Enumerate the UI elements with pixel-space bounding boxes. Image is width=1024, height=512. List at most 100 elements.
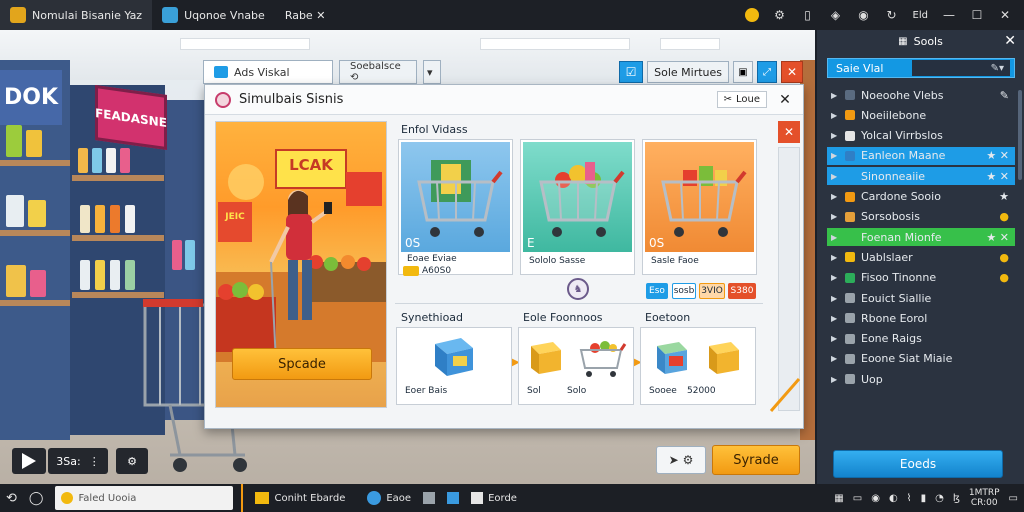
battery-icon[interactable]: ▮ (921, 493, 927, 504)
expand-icon[interactable]: ⤢ (757, 61, 777, 83)
window-tab-2[interactable]: Uqonoe Vnabe (152, 0, 275, 30)
panel-item-action-icon[interactable]: ★ ✕ (986, 231, 1015, 244)
shield-icon[interactable]: ◈ (829, 8, 843, 22)
chevron-right-icon[interactable]: ▶ (831, 375, 839, 384)
panel-item[interactable]: ▶ Eouict Siallie (827, 289, 1015, 307)
time-display[interactable]: 3Sa: ⋮ (48, 448, 108, 474)
info-button[interactable]: ☑ (619, 61, 644, 83)
panel-item[interactable]: ▶ Sorsobosis ● (827, 208, 1015, 226)
taskbar-app-3[interactable] (417, 484, 441, 512)
wifi-icon[interactable]: ɮ (953, 493, 960, 504)
panel-item-action-icon[interactable]: ★ ✕ (986, 149, 1015, 162)
upgrade-button[interactable]: Spcade (232, 348, 372, 380)
panel-item-action-icon[interactable]: ● (999, 271, 1015, 284)
clock[interactable]: 1MTRP CR:00 (969, 488, 1000, 508)
panel-item[interactable]: ▶ Noeoohe Vlebs ✎ (827, 86, 1015, 104)
chevron-right-icon[interactable]: ▶ (831, 91, 839, 100)
item-card-2[interactable]: Sol Solo (518, 327, 634, 405)
chevron-right-icon[interactable]: ▶ (831, 334, 839, 343)
panel-item-action-icon[interactable]: ★ (999, 190, 1015, 203)
panel-item[interactable]: ▶ Eanleon Maane ★ ✕ (827, 146, 1015, 165)
panel-item[interactable]: ▶ Foenan Mionfe ★ ✕ (827, 228, 1015, 247)
tab-collapse[interactable]: ▾ (423, 60, 441, 84)
network-icon[interactable]: ◉ (871, 493, 880, 504)
dialog-outer-close-icon[interactable]: ✕ (781, 61, 803, 83)
window-restore-icon[interactable]: ▣ (733, 61, 753, 83)
panel-item[interactable]: ▶ Cardone Sooio ★ (827, 188, 1015, 206)
chip-4[interactable]: S380 (728, 283, 756, 299)
chevron-right-icon[interactable]: ▶ (831, 354, 839, 363)
notification-icon[interactable]: ▭ (1009, 493, 1018, 504)
chip-2[interactable]: sosb (672, 283, 696, 299)
trade-button[interactable]: Syrade (712, 445, 800, 475)
panel-item[interactable]: ▶ Sinonneaiie ★ ✕ (827, 167, 1015, 186)
chip-3[interactable]: 3VIO (699, 283, 725, 299)
cart-card-2[interactable]: E Sololo Sasse (520, 139, 635, 275)
keyboard-icon[interactable]: ◔ (935, 493, 944, 504)
taskbar-app-1[interactable]: Coniht Ebarde (249, 484, 351, 512)
tools-button[interactable]: ➤ ⚙ (656, 446, 706, 474)
scroll-track[interactable] (778, 147, 800, 411)
pen-icon[interactable]: ⌇ (907, 493, 912, 504)
panel-goods-button[interactable]: Eoeds (833, 450, 1003, 478)
phone-icon[interactable]: ▯ (801, 8, 815, 22)
dialog-close-button[interactable]: ✂ Loue (716, 91, 767, 108)
panel-item[interactable]: ▶ Eone Raigs (827, 330, 1015, 348)
window-icon[interactable]: ▭ (853, 493, 862, 504)
panel-item-action-icon[interactable]: ● (999, 251, 1015, 264)
refresh-icon[interactable]: ↻ (885, 8, 899, 22)
panel-item[interactable]: ▶ Uop (827, 370, 1015, 388)
minimize-icon[interactable]: — (942, 8, 956, 22)
panel-item[interactable]: ▶ Yolcal Virrbslos (827, 127, 1015, 145)
panel-item-action-icon[interactable]: ★ ✕ (986, 170, 1015, 183)
chevron-right-icon[interactable]: ▶ (831, 111, 839, 120)
panel-search-bar[interactable]: Saie Vlal ✎▾ (827, 58, 1015, 78)
panel-item[interactable]: ▶ Fisoo Tinonne ● (827, 269, 1015, 287)
window-tab-1[interactable]: Nomulai Bisanie Yaz (0, 0, 153, 30)
panel-item[interactable]: ▶ Eoone Siat Miaie (827, 350, 1015, 368)
chevron-right-icon[interactable]: ▶ (831, 172, 839, 181)
close-icon[interactable]: ✕ (998, 8, 1012, 22)
back-icon[interactable]: ⟲ (0, 484, 23, 512)
chevron-right-icon[interactable]: ▶ (831, 253, 839, 262)
taskbar-app-2[interactable]: Eaoe (361, 484, 417, 512)
chevron-right-icon[interactable]: ▶ (831, 233, 839, 242)
chevron-right-icon[interactable]: ▶ (831, 273, 839, 282)
chevron-right-icon[interactable]: ▶ (831, 294, 839, 303)
taskbar-app-5[interactable]: Eorde (465, 484, 523, 512)
chevron-right-icon[interactable]: ▶ (831, 131, 839, 140)
coin-icon[interactable] (744, 8, 759, 22)
maximize-icon[interactable]: ☐ (970, 8, 984, 22)
window-tab-3[interactable]: Rabe ✕ (275, 0, 336, 30)
chevron-right-icon[interactable]: ▶ (831, 314, 839, 323)
home-icon[interactable]: ◯ (23, 484, 50, 512)
panel-search-input[interactable]: ✎▾ (912, 60, 1010, 76)
dialog-close-icon[interactable]: ✕ (775, 92, 795, 108)
chevron-right-icon[interactable]: ▶ (831, 151, 839, 160)
tab-soebalsce[interactable]: Soebalsce ⟲ (339, 60, 417, 84)
panel-item[interactable]: ▶ Noeiilebone (827, 106, 1015, 124)
cart-card-3[interactable]: 0S Sasle Faoe (642, 139, 757, 275)
item-card-3[interactable]: Sooee 52000 (640, 327, 756, 405)
chevron-right-icon[interactable]: ▶ (831, 212, 839, 221)
taskbar-search[interactable]: Faled Uooia (55, 486, 234, 510)
dialog-red-close-button[interactable]: ✕ (778, 121, 800, 143)
cart-card-1[interactable]: 0S Eoae Eviae A60S0 (398, 139, 513, 276)
panel-item-action-icon[interactable]: ● (999, 210, 1015, 223)
chip-1[interactable]: Eso (646, 283, 668, 299)
grid-icon[interactable]: ▦ (834, 493, 843, 504)
play-button[interactable] (12, 448, 46, 474)
chevron-right-icon[interactable]: ▶ (831, 192, 839, 201)
taskbar-app-4[interactable] (441, 484, 465, 512)
panel-item-action-icon[interactable]: ✎ (1000, 89, 1015, 102)
hero-banner[interactable]: LCAK JEIC Spcade (215, 121, 387, 408)
panel-item[interactable]: ▶ Rbone Eorol (827, 309, 1015, 327)
page-indicator-icon[interactable]: ♞ (567, 278, 589, 300)
item-card-1[interactable]: Eoer Bais (396, 327, 512, 405)
volume-icon[interactable]: ◐ (889, 493, 898, 504)
gear-icon[interactable]: ⚙ (773, 8, 787, 22)
settings-button[interactable]: ⚙ (116, 448, 148, 474)
panel-close-icon[interactable]: ✕ (1004, 33, 1016, 49)
panel-item[interactable]: ▶ Uablslaer ● (827, 248, 1015, 266)
tab-ads-viskal[interactable]: Ads Viskal (203, 60, 333, 84)
